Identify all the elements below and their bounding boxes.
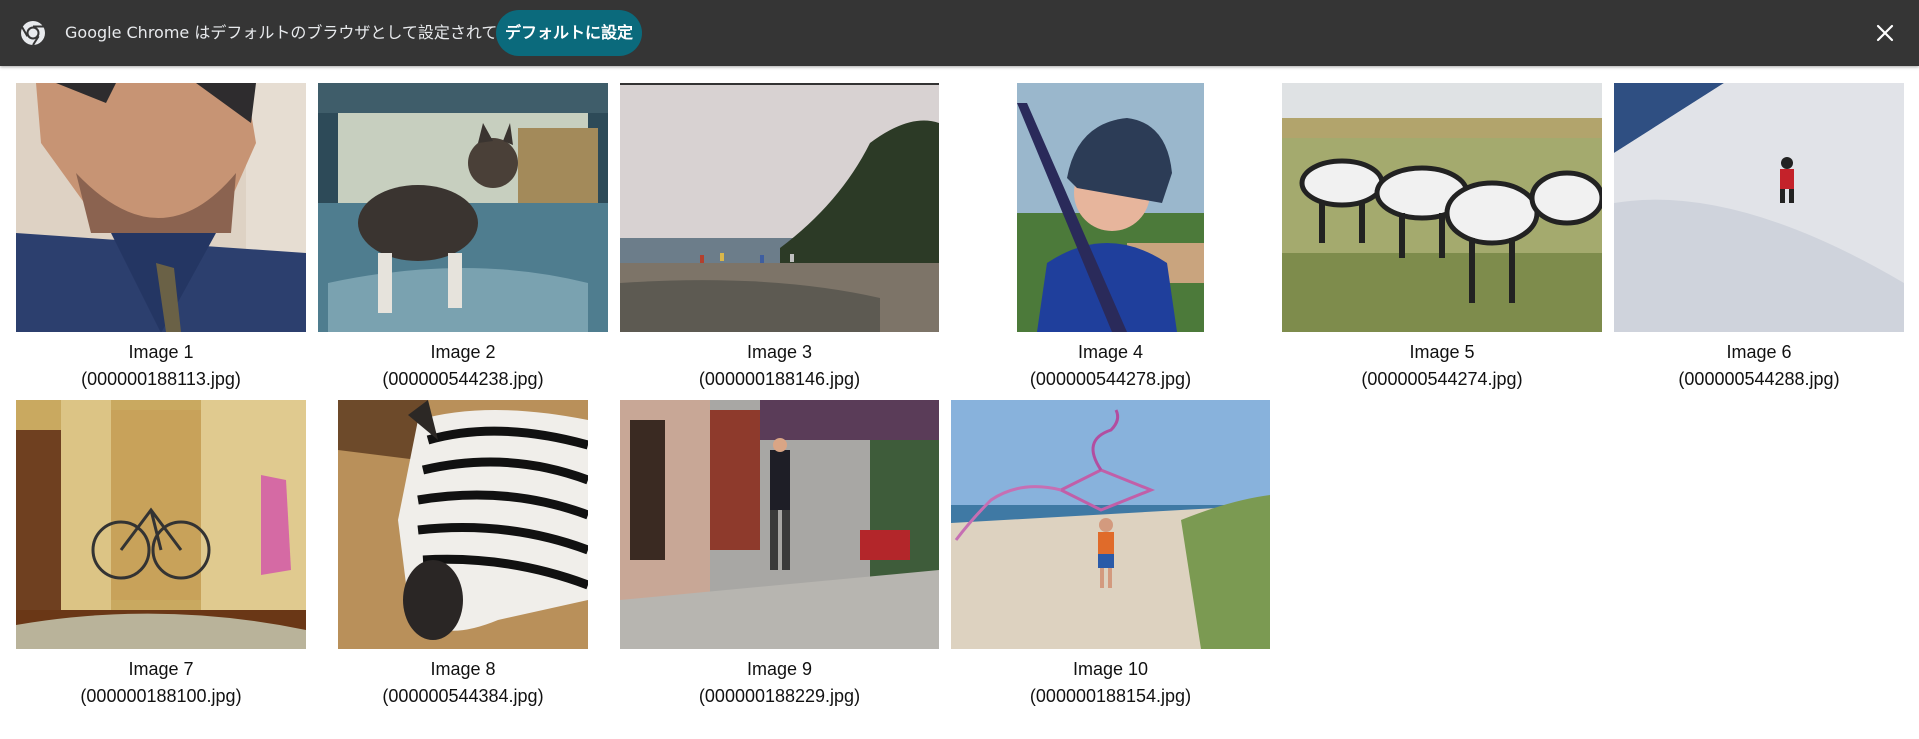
image-filename: (000000544384.jpg) bbox=[382, 686, 544, 706]
infobar-message: Google Chrome はデフォルトのブラウザとして設定されていません bbox=[65, 23, 561, 42]
image-title: Image 4 bbox=[1077, 342, 1144, 362]
thumbnail-2[interactable] bbox=[318, 83, 608, 332]
image-filename: (000000188100.jpg) bbox=[80, 686, 242, 706]
gallery-tile-4[interactable]: Image 4 (000000544278.jpg) bbox=[1017, 83, 1204, 395]
gallery-tile-6[interactable]: Image 6 (000000544288.jpg) bbox=[1614, 83, 1904, 395]
image-filename: (000000544278.jpg) bbox=[1029, 369, 1192, 389]
image-caption: Image 10 (000000188154.jpg) bbox=[911, 656, 1310, 710]
thumbnail-10[interactable] bbox=[951, 400, 1270, 649]
image-caption: Image 8 (000000544384.jpg) bbox=[298, 656, 628, 710]
thumbnail-7[interactable] bbox=[16, 400, 306, 649]
image-caption: Image 4 (000000544278.jpg) bbox=[977, 339, 1244, 393]
close-icon[interactable] bbox=[1872, 20, 1898, 46]
image-caption: Image 3 (000000188146.jpg) bbox=[580, 339, 979, 393]
thumbnail-4[interactable] bbox=[1017, 83, 1204, 332]
gallery-tile-10[interactable]: Image 10 (000000188154.jpg) bbox=[951, 400, 1270, 712]
image-filename: (000000544288.jpg) bbox=[1678, 369, 1840, 389]
gallery-tile-1[interactable]: Image 1 (000000188113.jpg) bbox=[16, 83, 306, 395]
image-title: Image 6 bbox=[1726, 342, 1792, 362]
gallery-tile-3[interactable]: Image 3 (000000188146.jpg) bbox=[620, 83, 939, 395]
gallery-tile-7[interactable]: Image 7 (000000188100.jpg) bbox=[16, 400, 306, 712]
gallery-tile-5[interactable]: Image 5 (000000544274.jpg) bbox=[1282, 83, 1602, 395]
thumbnail-5[interactable] bbox=[1282, 83, 1602, 332]
image-title: Image 8 bbox=[430, 659, 496, 679]
default-browser-infobar: Google Chrome はデフォルトのブラウザとして設定されていません デフ… bbox=[0, 0, 1919, 66]
image-caption: Image 7 (000000188100.jpg) bbox=[0, 656, 346, 710]
image-title: Image 3 bbox=[746, 342, 813, 362]
gallery-tile-2[interactable]: Image 2 (000000544238.jpg) bbox=[318, 83, 608, 395]
image-title: Image 10 bbox=[1072, 659, 1149, 679]
image-filename: (000000188146.jpg) bbox=[698, 369, 861, 389]
thumbnail-3[interactable] bbox=[620, 83, 939, 332]
chrome-logo-icon bbox=[21, 21, 45, 46]
image-filename: (000000188154.jpg) bbox=[1029, 686, 1192, 706]
gallery-tile-8[interactable]: Image 8 (000000544384.jpg) bbox=[338, 400, 588, 712]
thumbnail-1[interactable] bbox=[16, 83, 306, 332]
thumbnail-9[interactable] bbox=[620, 400, 939, 649]
image-title: Image 7 bbox=[128, 659, 194, 679]
gallery-tile-9[interactable]: Image 9 (000000188229.jpg) bbox=[620, 400, 939, 712]
thumbnail-6[interactable] bbox=[1614, 83, 1904, 332]
image-caption: Image 6 (000000544288.jpg) bbox=[1574, 339, 1919, 393]
set-default-button[interactable]: デフォルトに設定 bbox=[496, 10, 642, 56]
thumbnail-8[interactable] bbox=[338, 400, 588, 649]
